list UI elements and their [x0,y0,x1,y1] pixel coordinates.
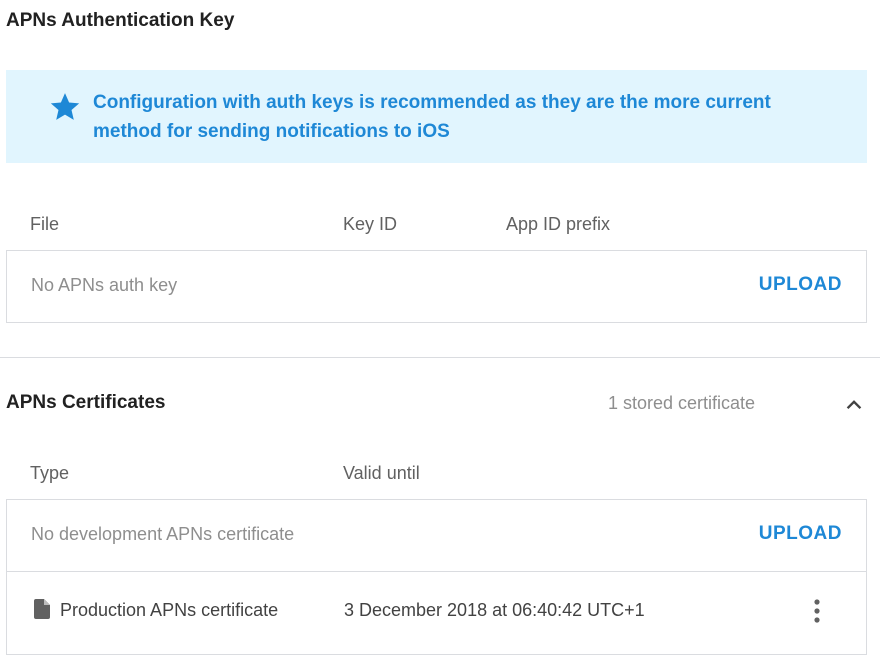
column-header-app-id-prefix: App ID prefix [506,214,611,234]
table-row: No APNs auth key UPLOAD [7,251,866,322]
no-auth-key-text: No APNs auth key [31,275,178,295]
column-header-key-id: Key ID [343,214,398,234]
certificates-title: APNs Certificates [6,392,166,413]
production-certificate-valid-until: 3 December 2018 at 06:40:42 UTC+1 [344,600,645,620]
upload-development-certificate-button[interactable]: UPLOAD [759,523,842,545]
certificates-table: No development APNs certificate UPLOAD P… [6,499,867,655]
section-divider [0,357,880,358]
auth-key-table: No APNs auth key UPLOAD [6,250,867,323]
no-development-certificate-text: No development APNs certificate [31,524,295,544]
column-header-valid-until: Valid until [343,463,420,483]
table-row: No development APNs certificate UPLOAD [7,500,866,571]
more-vert-icon[interactable] [808,598,826,624]
star-icon [50,93,80,120]
chevron-up-icon[interactable] [843,394,865,416]
upload-auth-key-button[interactable]: UPLOAD [759,274,842,296]
file-icon [34,599,50,619]
apns-settings-page: APNs Authentication Key Configuration wi… [0,0,880,669]
auth-key-title: APNs Authentication Key [6,10,235,31]
stored-certificate-count: 1 stored certificate [608,393,756,413]
column-header-file: File [30,214,60,234]
banner-text: Configuration with auth keys is recommen… [93,92,771,142]
column-header-type: Type [30,463,70,483]
table-row: Production APNs certificate 3 December 2… [7,571,866,654]
recommendation-banner: Configuration with auth keys is recommen… [6,70,867,163]
production-certificate-name: Production APNs certificate [60,600,279,620]
